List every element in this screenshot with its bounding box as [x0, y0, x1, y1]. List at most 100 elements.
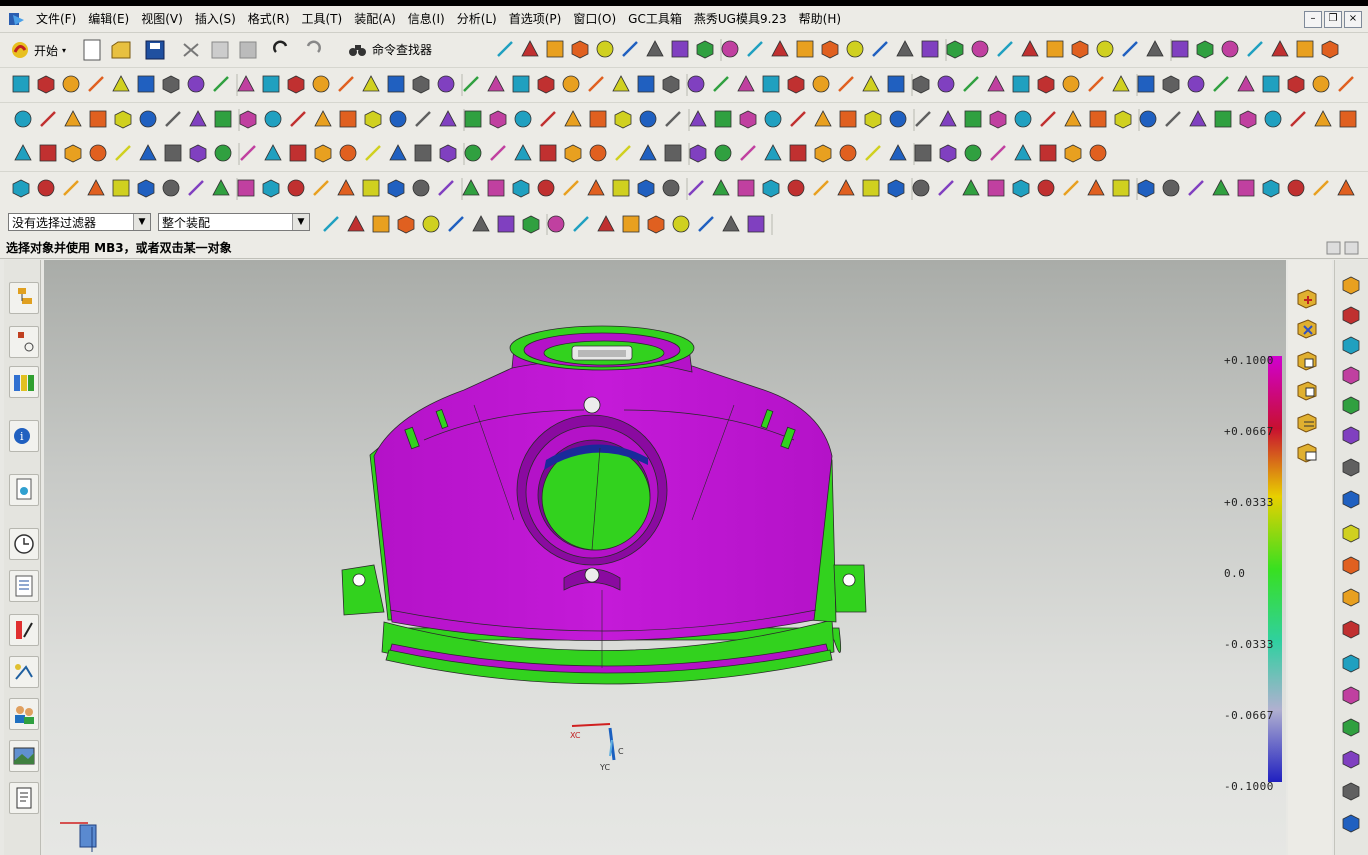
- toolbar-tool-icon[interactable]: [912, 75, 930, 94]
- toolbar-tool-icon[interactable]: [1287, 75, 1305, 94]
- toolbar-tool-icon[interactable]: [489, 110, 507, 129]
- toolbar-tool-icon[interactable]: [437, 75, 455, 93]
- toolbar-tool-icon[interactable]: [39, 144, 57, 162]
- toolbar-tool-icon[interactable]: [1290, 111, 1306, 127]
- toolbar-tool-icon[interactable]: [671, 40, 689, 58]
- toolbar-tool-icon[interactable]: [812, 75, 830, 93]
- toolbar-tool-icon[interactable]: [1339, 110, 1357, 128]
- toolbar-tool-icon[interactable]: [314, 144, 332, 163]
- toolbar-tool-icon[interactable]: [839, 110, 857, 128]
- toolbar-tool-icon[interactable]: [1338, 76, 1354, 92]
- toolbar-tool-icon[interactable]: [313, 180, 329, 196]
- toolbar-tool-icon[interactable]: [1046, 40, 1064, 58]
- toolbar-tool-icon[interactable]: [264, 144, 282, 161]
- menu-assembly[interactable]: 装配(A): [348, 6, 402, 32]
- toolbar-tool-icon[interactable]: [563, 180, 579, 196]
- menu-help[interactable]: 帮助(H): [793, 6, 847, 32]
- right-toolbar-tool-icon[interactable]: [1340, 716, 1362, 738]
- toolbar-tool-icon[interactable]: [689, 144, 707, 163]
- toolbar-tool-icon[interactable]: [790, 111, 806, 127]
- toolbar-tool-icon[interactable]: [112, 75, 130, 92]
- toolbar-tool-icon[interactable]: [914, 144, 932, 162]
- toolbar-tool-icon[interactable]: [1237, 75, 1255, 92]
- toolbar-tool-icon[interactable]: [323, 216, 339, 232]
- toolbar-tool-icon[interactable]: [1112, 75, 1130, 92]
- toolbar-tool-icon[interactable]: [612, 75, 630, 92]
- toolbar-tool-icon[interactable]: [539, 144, 557, 162]
- minimize-button[interactable]: –: [1304, 11, 1322, 28]
- toolbar-tool-icon[interactable]: [1171, 40, 1189, 58]
- cue-line-controls[interactable]: [1326, 241, 1360, 255]
- toolbar-tool-icon[interactable]: [89, 144, 107, 162]
- right-toolbar-tool-icon[interactable]: [1340, 684, 1362, 706]
- move-component-icon[interactable]: [1294, 378, 1320, 402]
- toolbar-tool-icon[interactable]: [237, 179, 255, 197]
- toolbar-tool-icon[interactable]: [839, 144, 857, 162]
- toolbar-tool-icon[interactable]: [987, 179, 1005, 197]
- toolbar-tool-icon[interactable]: [1037, 75, 1055, 94]
- standard-toolbar-icons[interactable]: [80, 38, 340, 62]
- manufacturing-wizard-tab[interactable]: [9, 656, 39, 688]
- toolbar-tool-icon[interactable]: [821, 40, 839, 59]
- close-button[interactable]: ×: [1344, 11, 1362, 28]
- toolbar-tool-icon[interactable]: [40, 111, 56, 127]
- part-navigator-tab[interactable]: [9, 366, 39, 398]
- command-finder-button[interactable]: 命令查找器: [348, 41, 432, 58]
- toolbar-tool-icon[interactable]: [1321, 40, 1339, 59]
- toolbar-tool-icon[interactable]: [412, 75, 430, 94]
- toolbar-tool-icon[interactable]: [1314, 110, 1332, 127]
- toolbar-tool-icon[interactable]: [939, 144, 957, 163]
- chevron-down-icon[interactable]: ▼: [133, 214, 150, 230]
- toolbar-tool-icon[interactable]: [664, 144, 682, 162]
- selection-scope-select[interactable]: 整个装配 ▼: [158, 213, 310, 231]
- toolbar-tool-icon[interactable]: [889, 144, 907, 161]
- toolbar-tool-icon[interactable]: [1088, 76, 1104, 92]
- toolbar-tool-icon[interactable]: [1021, 40, 1039, 57]
- toolbar-tool-icon[interactable]: [1014, 144, 1032, 161]
- toolbar-tool-icon[interactable]: [747, 41, 763, 57]
- toolbar-tool-icon[interactable]: [1112, 179, 1130, 197]
- toolbar-tool-icon[interactable]: [490, 145, 506, 161]
- toolbar-tool-icon[interactable]: [372, 215, 390, 233]
- toolbar-tool-icon[interactable]: [1239, 110, 1257, 129]
- toolbar-tool-icon[interactable]: [521, 40, 539, 57]
- toolbar-tool-icon[interactable]: [1089, 110, 1107, 128]
- toolbar-tool-icon[interactable]: [964, 144, 982, 162]
- toolbar-tool-icon[interactable]: [796, 40, 814, 58]
- toolbar-tool-icon[interactable]: [562, 75, 580, 93]
- toolbar-tool-icon[interactable]: [1039, 144, 1057, 162]
- chevron-down-icon[interactable]: ▼: [292, 214, 309, 230]
- roles-tab[interactable]: [9, 698, 39, 730]
- toolbar-tool-icon[interactable]: [362, 75, 380, 92]
- toolbar-tool-icon[interactable]: [862, 179, 880, 197]
- toolbar-tool-icon[interactable]: [1064, 144, 1082, 163]
- toolbar-tool-icon[interactable]: [439, 144, 457, 163]
- toolbar-tool-icon[interactable]: [597, 215, 615, 232]
- toolbar-tool-icon[interactable]: [339, 110, 357, 128]
- toolbar-tool-icon[interactable]: [721, 40, 739, 58]
- toolbar-tool-icon[interactable]: [814, 110, 832, 127]
- toolbar-tool-icon[interactable]: [464, 110, 482, 128]
- toolbar-tool-icon[interactable]: [189, 144, 207, 163]
- toolbar-tool-icon[interactable]: [89, 110, 107, 128]
- toolbar-tool-icon[interactable]: [573, 216, 589, 232]
- toolbar-tool-icon[interactable]: [838, 76, 854, 92]
- toolbar-tool-icon[interactable]: [162, 75, 180, 94]
- toolbar-tool-icon[interactable]: [139, 110, 157, 128]
- toolbar-tool-icon[interactable]: [764, 144, 782, 161]
- toolbar-tool-icon[interactable]: [112, 179, 130, 197]
- toolbar-tool-icon[interactable]: [687, 75, 705, 93]
- toolbar-tool-icon[interactable]: [1262, 179, 1280, 198]
- toolbar-tool-icon[interactable]: [448, 216, 464, 232]
- toolbar-tool-icon[interactable]: [889, 110, 907, 128]
- toolbar-tool-icon[interactable]: [1196, 40, 1214, 59]
- type-filter-select[interactable]: 没有选择过滤器 ▼: [8, 213, 151, 231]
- toolbar-tool-icon[interactable]: [987, 75, 1005, 92]
- right-toolbar-tool-icon[interactable]: [1340, 334, 1362, 356]
- toolbar-tool-icon[interactable]: [63, 180, 79, 196]
- toolbar-tool-icon[interactable]: [665, 111, 681, 127]
- right-toolbar-tool-icon[interactable]: [1340, 304, 1362, 326]
- toolbar-tool-icon[interactable]: [997, 41, 1013, 57]
- right-toolbar-tool-icon[interactable]: [1340, 274, 1362, 296]
- toolbar-tool-icon[interactable]: [639, 144, 657, 161]
